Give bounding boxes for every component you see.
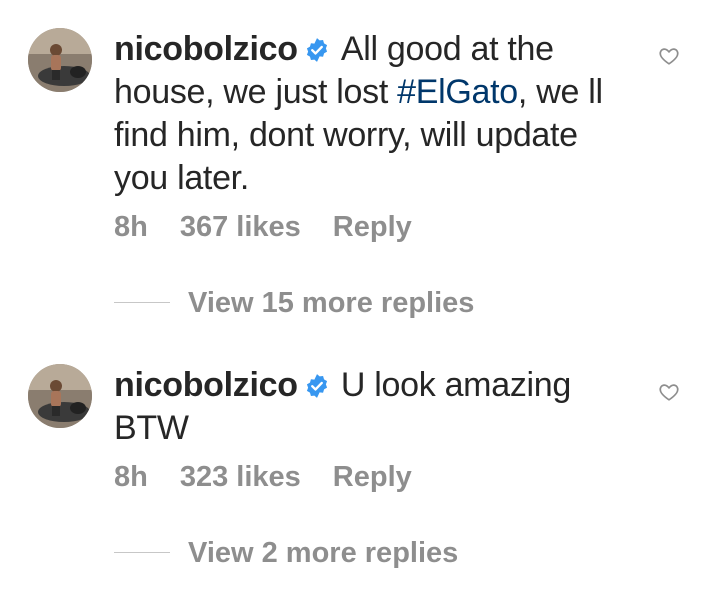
avatar[interactable] <box>28 364 92 428</box>
view-replies-button[interactable]: View 15 more replies <box>114 287 474 320</box>
comment-meta: 8h 323 likes Reply <box>114 461 444 494</box>
replies-divider-line <box>114 301 170 303</box>
avatar[interactable] <box>28 28 92 92</box>
comment-body: nicobolzico U look amazing BTW <box>114 364 614 450</box>
comment-body: nicobolzico All good at the house, we ju… <box>114 28 614 200</box>
comment-meta: 8h 367 likes Reply <box>114 211 444 244</box>
likes-count[interactable]: 367 likes <box>180 211 301 243</box>
verified-badge-icon <box>306 374 327 398</box>
view-replies-label: View 15 more replies <box>188 287 475 319</box>
replies-divider-line <box>114 551 170 553</box>
comment-username[interactable]: nicobolzico <box>114 30 298 68</box>
view-replies-label: View 2 more replies <box>188 537 459 569</box>
heart-outline-icon[interactable] <box>658 45 680 67</box>
hashtag-link[interactable]: #ElGato <box>397 73 518 111</box>
avatar-image <box>28 364 92 428</box>
reply-button[interactable]: Reply <box>333 211 412 243</box>
verified-badge-icon <box>306 38 327 62</box>
reply-button[interactable]: Reply <box>333 461 412 493</box>
avatar-image <box>28 28 92 92</box>
comment-username[interactable]: nicobolzico <box>114 366 298 404</box>
heart-outline-icon[interactable] <box>658 381 680 403</box>
comment-time[interactable]: 8h <box>114 461 148 493</box>
view-replies-button[interactable]: View 2 more replies <box>114 537 458 570</box>
comment-time[interactable]: 8h <box>114 211 148 243</box>
likes-count[interactable]: 323 likes <box>180 461 301 493</box>
